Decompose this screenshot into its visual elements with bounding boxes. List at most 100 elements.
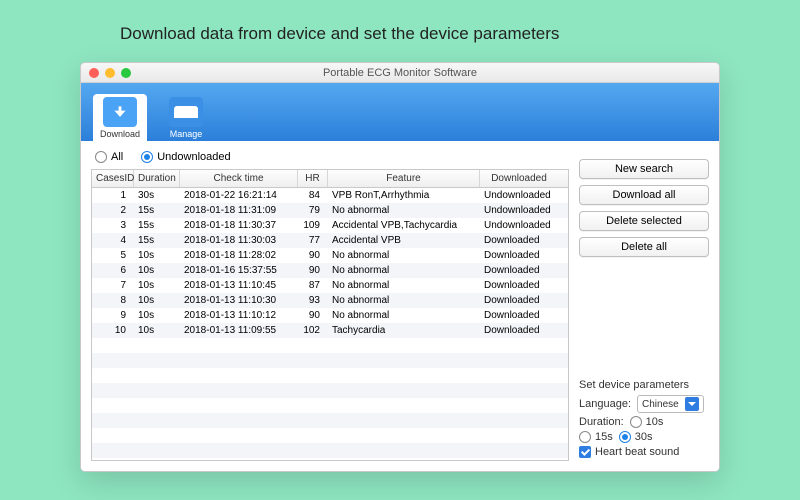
cell-feature: No abnormal [328, 263, 480, 278]
cell-duration: 10s [134, 323, 180, 338]
cell-duration: 10s [134, 308, 180, 323]
table-row[interactable]: 1010s2018-01-13 11:09:55102TachycardiaDo… [92, 323, 568, 338]
radio-icon [619, 431, 631, 443]
cases-table: CasesID Duration Check time HR Feature D… [91, 169, 569, 461]
table-row[interactable]: 710s2018-01-13 11:10:4587No abnormalDown… [92, 278, 568, 293]
cell-checktime: 2018-01-13 11:10:30 [180, 293, 298, 308]
radio-icon [141, 151, 153, 163]
table-row[interactable]: 810s2018-01-13 11:10:3093No abnormalDown… [92, 293, 568, 308]
cell-checktime: 2018-01-13 11:10:12 [180, 308, 298, 323]
cell-downloaded: Downloaded [480, 293, 558, 308]
cell-checktime: 2018-01-22 16:21:14 [180, 188, 298, 203]
cell-feature: No abnormal [328, 203, 480, 218]
cell-duration: 10s [134, 293, 180, 308]
side-panel: New search Download all Delete selected … [579, 149, 709, 461]
table-row[interactable]: 910s2018-01-13 11:10:1290No abnormalDown… [92, 308, 568, 323]
cell-hr: 102 [298, 323, 328, 338]
cell-feature: Tachycardia [328, 323, 480, 338]
window-title: Portable ECG Monitor Software [81, 67, 719, 79]
radio-icon [630, 416, 642, 428]
heartbeat-checkbox[interactable]: Heart beat sound [579, 446, 679, 458]
table-row[interactable]: 610s2018-01-16 15:37:5590No abnormalDown… [92, 263, 568, 278]
chevron-down-icon [685, 397, 699, 411]
cell-id: 9 [92, 308, 134, 323]
cell-id: 6 [92, 263, 134, 278]
delete-all-button[interactable]: Delete all [579, 237, 709, 257]
page-caption: Download data from device and set the de… [120, 24, 559, 44]
cell-feature: Accidental VPB,Tachycardia [328, 218, 480, 233]
table-row[interactable]: 415s2018-01-18 11:30:0377Accidental VPBD… [92, 233, 568, 248]
filter-row: All Undownloaded [91, 149, 569, 169]
table-row[interactable]: 215s2018-01-18 11:31:0979No abnormalUndo… [92, 203, 568, 218]
download-all-button[interactable]: Download all [579, 185, 709, 205]
cell-downloaded: Downloaded [480, 323, 558, 338]
table-body[interactable]: 130s2018-01-22 16:21:1484VPB RonT,Arrhyt… [92, 188, 568, 460]
col-hr[interactable]: HR [298, 170, 328, 187]
cell-id: 10 [92, 323, 134, 338]
cell-checktime: 2018-01-18 11:30:03 [180, 233, 298, 248]
cell-checktime: 2018-01-18 11:30:37 [180, 218, 298, 233]
cell-feature: No abnormal [328, 248, 480, 263]
cell-duration: 10s [134, 263, 180, 278]
download-icon [103, 97, 137, 127]
cell-checktime: 2018-01-16 15:37:55 [180, 263, 298, 278]
language-label: Language: [579, 398, 631, 410]
cell-checktime: 2018-01-18 11:28:02 [180, 248, 298, 263]
cell-hr: 77 [298, 233, 328, 248]
new-search-button[interactable]: New search [579, 159, 709, 179]
cell-hr: 90 [298, 308, 328, 323]
tab-manage[interactable]: Manage [159, 94, 213, 141]
cell-id: 1 [92, 188, 134, 203]
cell-hr: 90 [298, 263, 328, 278]
titlebar: Portable ECG Monitor Software [81, 63, 719, 83]
checkbox-checked-icon [579, 446, 591, 458]
cell-duration: 10s [134, 278, 180, 293]
cell-hr: 90 [298, 248, 328, 263]
cell-hr: 79 [298, 203, 328, 218]
heartbeat-label: Heart beat sound [595, 446, 679, 458]
cell-hr: 109 [298, 218, 328, 233]
toolbar: Download Manage [81, 83, 719, 141]
cell-checktime: 2018-01-13 11:10:45 [180, 278, 298, 293]
cell-id: 5 [92, 248, 134, 263]
filter-all[interactable]: All [95, 151, 123, 163]
col-feature[interactable]: Feature [328, 170, 480, 187]
cell-downloaded: Downloaded [480, 233, 558, 248]
cell-hr: 84 [298, 188, 328, 203]
duration-30s[interactable]: 30s [619, 431, 653, 443]
col-duration[interactable]: Duration [134, 170, 180, 187]
language-value: Chinese [642, 399, 679, 410]
duration-10s[interactable]: 10s [630, 416, 664, 428]
cell-duration: 15s [134, 233, 180, 248]
app-window: Portable ECG Monitor Software Download M… [80, 62, 720, 472]
cell-downloaded: Undownloaded [480, 188, 558, 203]
filter-all-label: All [111, 151, 123, 163]
cell-checktime: 2018-01-18 11:31:09 [180, 203, 298, 218]
col-downloaded[interactable]: Downloaded [480, 170, 558, 187]
col-casesid[interactable]: CasesID [92, 170, 134, 187]
cell-id: 7 [92, 278, 134, 293]
cell-downloaded: Downloaded [480, 278, 558, 293]
cell-duration: 15s [134, 218, 180, 233]
cell-downloaded: Downloaded [480, 248, 558, 263]
col-checktime[interactable]: Check time [180, 170, 298, 187]
delete-selected-button[interactable]: Delete selected [579, 211, 709, 231]
cell-id: 3 [92, 218, 134, 233]
cell-hr: 87 [298, 278, 328, 293]
language-select[interactable]: Chinese [637, 395, 704, 413]
duration-15s[interactable]: 15s [579, 431, 613, 443]
table-header: CasesID Duration Check time HR Feature D… [92, 170, 568, 188]
tab-download[interactable]: Download [93, 94, 147, 141]
cell-downloaded: Downloaded [480, 263, 558, 278]
filter-undownloaded[interactable]: Undownloaded [141, 151, 230, 163]
cell-feature: No abnormal [328, 293, 480, 308]
table-row[interactable]: 315s2018-01-18 11:30:37109Accidental VPB… [92, 218, 568, 233]
cell-id: 8 [92, 293, 134, 308]
manage-icon [169, 97, 203, 127]
table-row[interactable]: 130s2018-01-22 16:21:1484VPB RonT,Arrhyt… [92, 188, 568, 203]
cell-id: 4 [92, 233, 134, 248]
table-row[interactable]: 510s2018-01-18 11:28:0290No abnormalDown… [92, 248, 568, 263]
radio-icon [579, 431, 591, 443]
cell-id: 2 [92, 203, 134, 218]
cell-feature: Accidental VPB [328, 233, 480, 248]
